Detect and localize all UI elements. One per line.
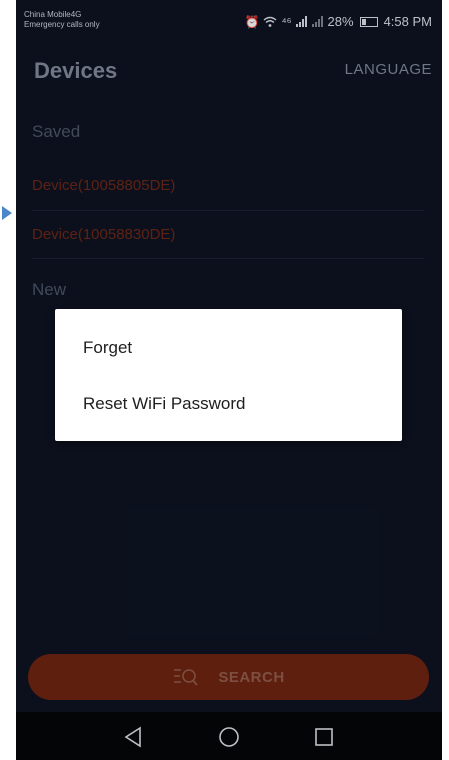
- context-menu-dialog: Forget Reset WiFi Password: [55, 309, 402, 441]
- pointer-arrow-icon: [2, 206, 12, 220]
- phone-screen: China Mobile4G Emergency calls only ⏰ ⁴⁶: [16, 0, 442, 760]
- reset-wifi-password-menu-item[interactable]: Reset WiFi Password: [83, 394, 245, 414]
- forget-menu-item[interactable]: Forget: [83, 338, 132, 358]
